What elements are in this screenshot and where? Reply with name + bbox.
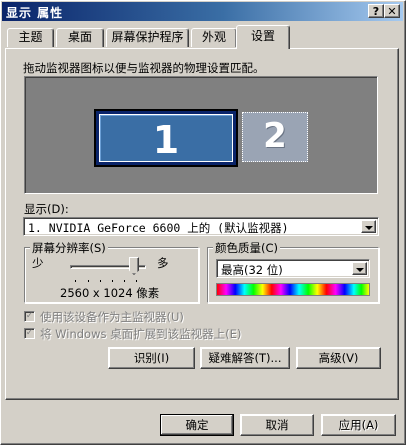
- slider-tick: [75, 280, 76, 282]
- slider-tick: [124, 280, 125, 282]
- primary-monitor-checkbox[interactable]: ✓: [24, 311, 35, 322]
- chevron-down-icon[interactable]: [352, 262, 367, 275]
- tab-desktop[interactable]: 桌面: [56, 28, 104, 47]
- chevron-down-icon[interactable]: [361, 220, 376, 233]
- slider-tick: [88, 280, 89, 282]
- identify-button[interactable]: 识别(I): [108, 347, 195, 369]
- slider-tick: [100, 280, 101, 282]
- resolution-value: 2560 x 1024 像素: [60, 286, 160, 300]
- check-icon: ✓: [25, 311, 34, 321]
- tab-themes[interactable]: 主题: [7, 28, 54, 47]
- extend-desktop-label: 将 Windows 桌面扩展到该监视器上(E): [40, 327, 242, 341]
- display-select-value: 1. NVIDIA GeForce 6600 上的 (默认监视器): [28, 221, 289, 235]
- window-title: 显示 属性: [6, 6, 64, 20]
- monitor-1-number: 1: [99, 114, 233, 162]
- extend-desktop-checkbox[interactable]: ✓: [24, 328, 35, 339]
- monitor-1-icon[interactable]: 1: [94, 109, 238, 167]
- resolution-more-label: 多: [157, 256, 169, 270]
- color-quality-select-value: 最高(32 位): [221, 263, 283, 277]
- troubleshoot-button[interactable]: 疑难解答(T)...: [200, 347, 290, 369]
- advanced-button[interactable]: 高级(V): [296, 347, 381, 369]
- monitor-2-icon[interactable]: 2: [242, 112, 308, 162]
- resolution-less-label: 少: [32, 256, 44, 270]
- color-quality-group-label: 颜色质量(C): [213, 240, 281, 256]
- slider-tick: [112, 280, 113, 282]
- monitor-instructions: 拖动监视器图标以便与监视器的物理设置匹配。: [23, 61, 265, 75]
- cancel-button[interactable]: 取消: [240, 414, 314, 436]
- primary-monitor-label: 使用该设备作为主监视器(U): [40, 310, 184, 324]
- slider-tick: [136, 280, 137, 282]
- help-button[interactable]: ?: [368, 4, 384, 18]
- tab-settings[interactable]: 设置: [236, 25, 290, 49]
- color-quality-select[interactable]: 最高(32 位): [216, 259, 370, 278]
- ok-button[interactable]: 确定: [160, 414, 234, 436]
- apply-button[interactable]: 应用(A): [321, 414, 396, 436]
- check-icon: ✓: [25, 328, 34, 338]
- display-label: 显示(D):: [24, 202, 69, 216]
- close-button[interactable]: ✕: [384, 4, 400, 18]
- tab-screensaver[interactable]: 屏幕保护程序: [106, 28, 189, 47]
- tab-appearance[interactable]: 外观: [191, 28, 237, 47]
- color-spectrum-preview: [216, 283, 370, 296]
- title-bar[interactable]: 显示 属性 ? ✕: [2, 2, 403, 21]
- resolution-group-label: 屏幕分辨率(S): [30, 240, 108, 256]
- display-select[interactable]: 1. NVIDIA GeForce 6600 上的 (默认监视器): [23, 217, 379, 236]
